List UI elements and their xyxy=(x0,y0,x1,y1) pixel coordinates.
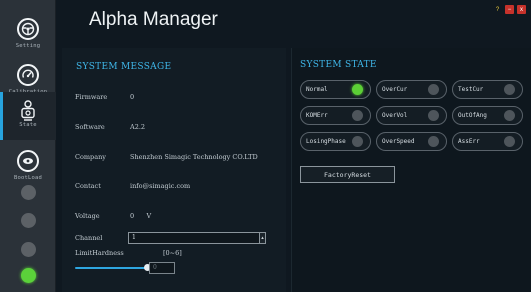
state-label: AssErr xyxy=(458,138,480,145)
status-dot xyxy=(21,185,36,200)
status-dot xyxy=(21,213,36,228)
state-label: OverVol xyxy=(382,112,408,119)
state-overcur: OverCur xyxy=(376,80,447,99)
state-label: OverCur xyxy=(382,86,408,93)
firmware-value: 0 xyxy=(130,93,135,101)
main-area: Alpha Manager ? − x SYSTEM MESSAGE Firmw… xyxy=(56,0,531,292)
limit-hardness-slider[interactable] xyxy=(75,267,147,269)
contact-label: Contact xyxy=(75,182,101,190)
sidebar-item-setting[interactable]: Setting xyxy=(0,10,56,56)
app-title: Alpha Manager xyxy=(89,9,218,30)
state-overspeed: OverSpeed xyxy=(376,132,447,151)
sidebar-item-state[interactable]: State xyxy=(0,92,56,140)
system-message-title: SYSTEM MESSAGE xyxy=(76,62,172,72)
robot-icon xyxy=(17,100,39,122)
company-value: Shenzhen Simagic Technology CO.LTD xyxy=(130,153,258,161)
software-value: A2.2 xyxy=(130,123,146,131)
limit-hardness-input[interactable]: 0 xyxy=(149,262,175,274)
state-label: TestCur xyxy=(458,86,484,93)
software-label: Software xyxy=(75,123,105,131)
state-komerr: KOMErr xyxy=(300,106,371,125)
state-testcur: TestCur xyxy=(452,80,523,99)
state-normal: Normal xyxy=(300,80,371,99)
factory-reset-button[interactable]: FactoryReset xyxy=(300,166,395,183)
status-led xyxy=(504,84,515,95)
system-message-panel: SYSTEM MESSAGE Firmware 0 Software A2.2 … xyxy=(62,48,286,292)
help-button[interactable]: ? xyxy=(493,5,502,14)
minimize-button[interactable]: − xyxy=(505,5,514,14)
channel-select[interactable]: 1 ▴ xyxy=(128,232,266,244)
status-led xyxy=(352,84,363,95)
status-led xyxy=(428,110,439,121)
state-overvol: OverVol xyxy=(376,106,447,125)
state-label: OutOfAng xyxy=(458,112,487,119)
state-outofang: OutOfAng xyxy=(452,106,523,125)
gauge-icon xyxy=(17,64,39,86)
chevron-up-icon[interactable]: ▴ xyxy=(259,232,266,244)
voltage-value: 0 V xyxy=(130,212,152,220)
status-led xyxy=(352,136,363,147)
status-dot xyxy=(21,242,36,257)
company-label: Company xyxy=(75,153,106,161)
status-led xyxy=(504,110,515,121)
sidebar: Setting Calibration State BootLoad xyxy=(0,0,56,292)
sidebar-item-bootload[interactable]: BootLoad xyxy=(0,142,56,188)
system-state-title: SYSTEM STATE xyxy=(300,60,377,70)
status-dot-active xyxy=(21,268,36,283)
limit-hardness-range: [0~6] xyxy=(163,249,182,257)
contact-value: info@simagic.com xyxy=(130,182,191,190)
status-led xyxy=(428,84,439,95)
state-label: Normal xyxy=(306,86,328,93)
channel-label: Channel xyxy=(75,234,103,242)
state-losingphase: LosingPhase xyxy=(300,132,371,151)
voltage-label: Voltage xyxy=(75,212,100,220)
status-led xyxy=(504,136,515,147)
state-asserr: AssErr xyxy=(452,132,523,151)
close-button[interactable]: x xyxy=(517,5,526,14)
state-label: KOMErr xyxy=(306,112,328,119)
state-label: LosingPhase xyxy=(306,138,346,145)
steering-wheel-icon xyxy=(17,18,39,40)
status-led xyxy=(428,136,439,147)
status-led xyxy=(352,110,363,121)
firmware-label: Firmware xyxy=(75,93,108,101)
state-label: OverSpeed xyxy=(382,138,415,145)
limit-hardness-label: LimitHardness xyxy=(75,249,124,257)
channel-value: 1 xyxy=(132,234,136,241)
sidebar-item-label: BootLoad xyxy=(13,175,43,181)
chip-icon xyxy=(17,150,39,172)
system-state-panel: SYSTEM STATE Normal OverCur TestCur KOME… xyxy=(291,48,531,292)
sidebar-item-label: State xyxy=(19,122,37,128)
sidebar-item-label: Setting xyxy=(15,43,41,49)
